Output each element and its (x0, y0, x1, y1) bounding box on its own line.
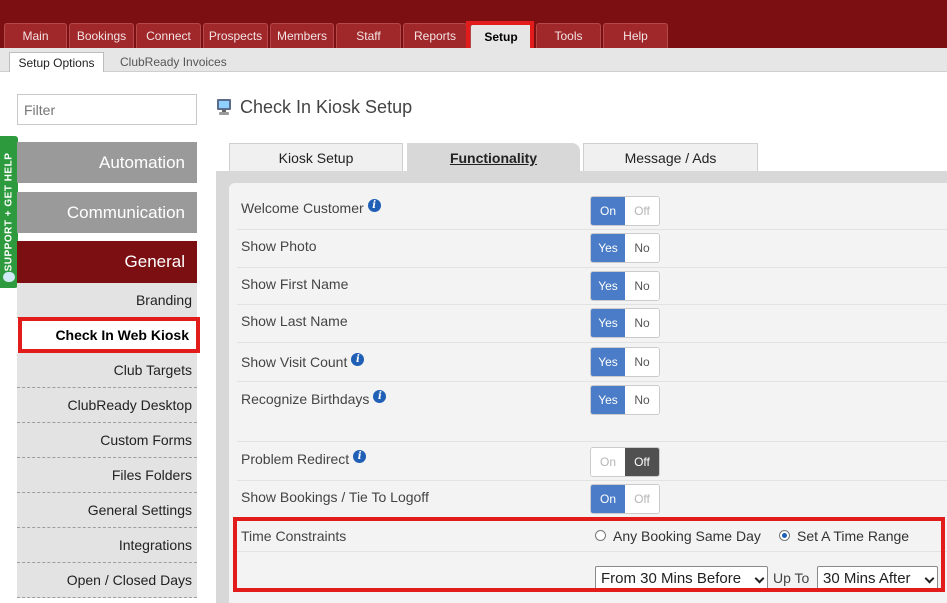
toggle-off-option[interactable]: Off (625, 485, 659, 513)
tab-help[interactable]: Help (603, 23, 668, 48)
tab-reports[interactable]: Reports (403, 23, 467, 48)
recognize-birthdays-toggle[interactable]: Yes No (590, 385, 660, 415)
tab-prospects[interactable]: Prospects (203, 23, 268, 48)
toggle-yes-option[interactable]: Yes (591, 272, 625, 300)
filter-input[interactable] (17, 94, 197, 125)
tab-message-ads[interactable]: Message / Ads (583, 143, 758, 171)
sidebar-item-branding[interactable]: Branding (17, 283, 197, 318)
toggle-no-option[interactable]: No (625, 234, 659, 262)
toggle-off-option[interactable]: Off (625, 197, 659, 225)
toggle-no-option[interactable]: No (625, 309, 659, 337)
setting-label: Show Bookings / Tie To Logoff (241, 489, 429, 505)
toggle-no-option[interactable]: No (625, 348, 659, 376)
problem-redirect-toggle[interactable]: On Off (590, 447, 660, 477)
tab-functionality[interactable]: Functionality (407, 143, 580, 172)
kiosk-computer-icon (217, 99, 231, 115)
tab-connect[interactable]: Connect (136, 23, 201, 48)
toggle-yes-option[interactable]: Yes (591, 348, 625, 376)
toggle-on-option[interactable]: On (591, 448, 625, 476)
toggle-on-option[interactable]: On (591, 485, 625, 513)
setting-label: Problem Redirect (241, 451, 350, 467)
category-label: General (124, 252, 185, 271)
category-automation[interactable]: Automation (17, 142, 197, 183)
setting-label: Show Last Name (241, 313, 348, 329)
tab-tools[interactable]: Tools (536, 23, 601, 48)
show-last-name-toggle[interactable]: Yes No (590, 308, 660, 338)
row-divider (237, 381, 947, 382)
toggle-off-option[interactable]: Off (625, 448, 659, 476)
info-icon[interactable]: i (351, 352, 365, 366)
setting-label: Recognize Birthdays (241, 391, 370, 407)
support-help-tab[interactable]: SUPPORT + GET HELP (0, 136, 18, 288)
category-communication[interactable]: Communication (17, 192, 197, 233)
toggle-yes-option[interactable]: Yes (591, 386, 625, 414)
sidebar-item-clubready-desktop[interactable]: ClubReady Desktop (17, 388, 197, 423)
row-divider (237, 441, 947, 442)
row-divider (237, 342, 947, 343)
sidebar-item-custom-forms[interactable]: Custom Forms (17, 423, 197, 458)
welcome-customer-toggle[interactable]: On Off (590, 196, 660, 226)
page-title: Check In Kiosk Setup (240, 97, 413, 117)
category-label: Communication (66, 202, 185, 222)
setting-show-photo: Show Photo (241, 238, 317, 254)
support-label: SUPPORT + GET HELP (3, 152, 15, 272)
toggle-no-option[interactable]: No (625, 386, 659, 414)
tab-kiosk-setup[interactable]: Kiosk Setup (229, 143, 403, 171)
chat-bubble-icon (3, 272, 15, 282)
row-divider (237, 480, 947, 481)
toggle-yes-option[interactable]: Yes (591, 309, 625, 337)
category-label: Automation (99, 152, 185, 172)
toggle-on-option[interactable]: On (591, 197, 625, 225)
sidebar-item-club-targets[interactable]: Club Targets (17, 353, 197, 388)
tab-members[interactable]: Members (270, 23, 334, 48)
show-visit-count-toggle[interactable]: Yes No (590, 347, 660, 377)
setting-label: Show Photo (241, 238, 317, 254)
setting-recognize-birthdays: Recognize Birthdays i (241, 389, 387, 407)
show-bookings-toggle[interactable]: On Off (590, 484, 660, 514)
toggle-yes-option[interactable]: Yes (591, 234, 625, 262)
info-icon[interactable]: i (373, 389, 387, 403)
time-constraints-highlight (233, 517, 945, 592)
setting-show-last-name: Show Last Name (241, 313, 348, 329)
sidebar-item-general-settings[interactable]: General Settings (17, 493, 197, 528)
setting-label: Welcome Customer (241, 200, 364, 216)
subtab-setup-options[interactable]: Setup Options (9, 52, 104, 72)
sidebar-item-integrations[interactable]: Integrations (17, 528, 197, 563)
setting-show-bookings: Show Bookings / Tie To Logoff (241, 489, 429, 505)
setting-show-visit-count: Show Visit Count i (241, 352, 365, 370)
row-divider (237, 304, 947, 305)
row-divider (237, 229, 947, 230)
sidebar-item-open-closed-days[interactable]: Open / Closed Days (17, 563, 197, 598)
setting-welcome-customer: Welcome Customer i (241, 198, 381, 216)
row-divider (237, 267, 947, 268)
info-icon[interactable]: i (367, 198, 381, 212)
toggle-no-option[interactable]: No (625, 272, 659, 300)
setting-show-first-name: Show First Name (241, 276, 348, 292)
setting-problem-redirect: Problem Redirect i (241, 449, 367, 467)
subtab-clubready-invoices[interactable]: ClubReady Invoices (120, 52, 227, 72)
setting-label: Show First Name (241, 276, 349, 292)
sub-nav-bar: Setup Options ClubReady Invoices (0, 48, 947, 72)
show-photo-toggle[interactable]: Yes No (590, 233, 660, 263)
show-first-name-toggle[interactable]: Yes No (590, 271, 660, 301)
info-icon[interactable]: i (353, 449, 367, 463)
category-general[interactable]: General (17, 241, 197, 283)
sidebar-item-files-folders[interactable]: Files Folders (17, 458, 197, 493)
setting-label: Show Visit Count (241, 354, 348, 370)
tab-main[interactable]: Main (4, 23, 67, 48)
tab-staff[interactable]: Staff (336, 23, 401, 48)
tab-bookings[interactable]: Bookings (69, 23, 134, 48)
sidebar-item-check-in-web-kiosk[interactable]: Check In Web Kiosk (18, 317, 200, 353)
